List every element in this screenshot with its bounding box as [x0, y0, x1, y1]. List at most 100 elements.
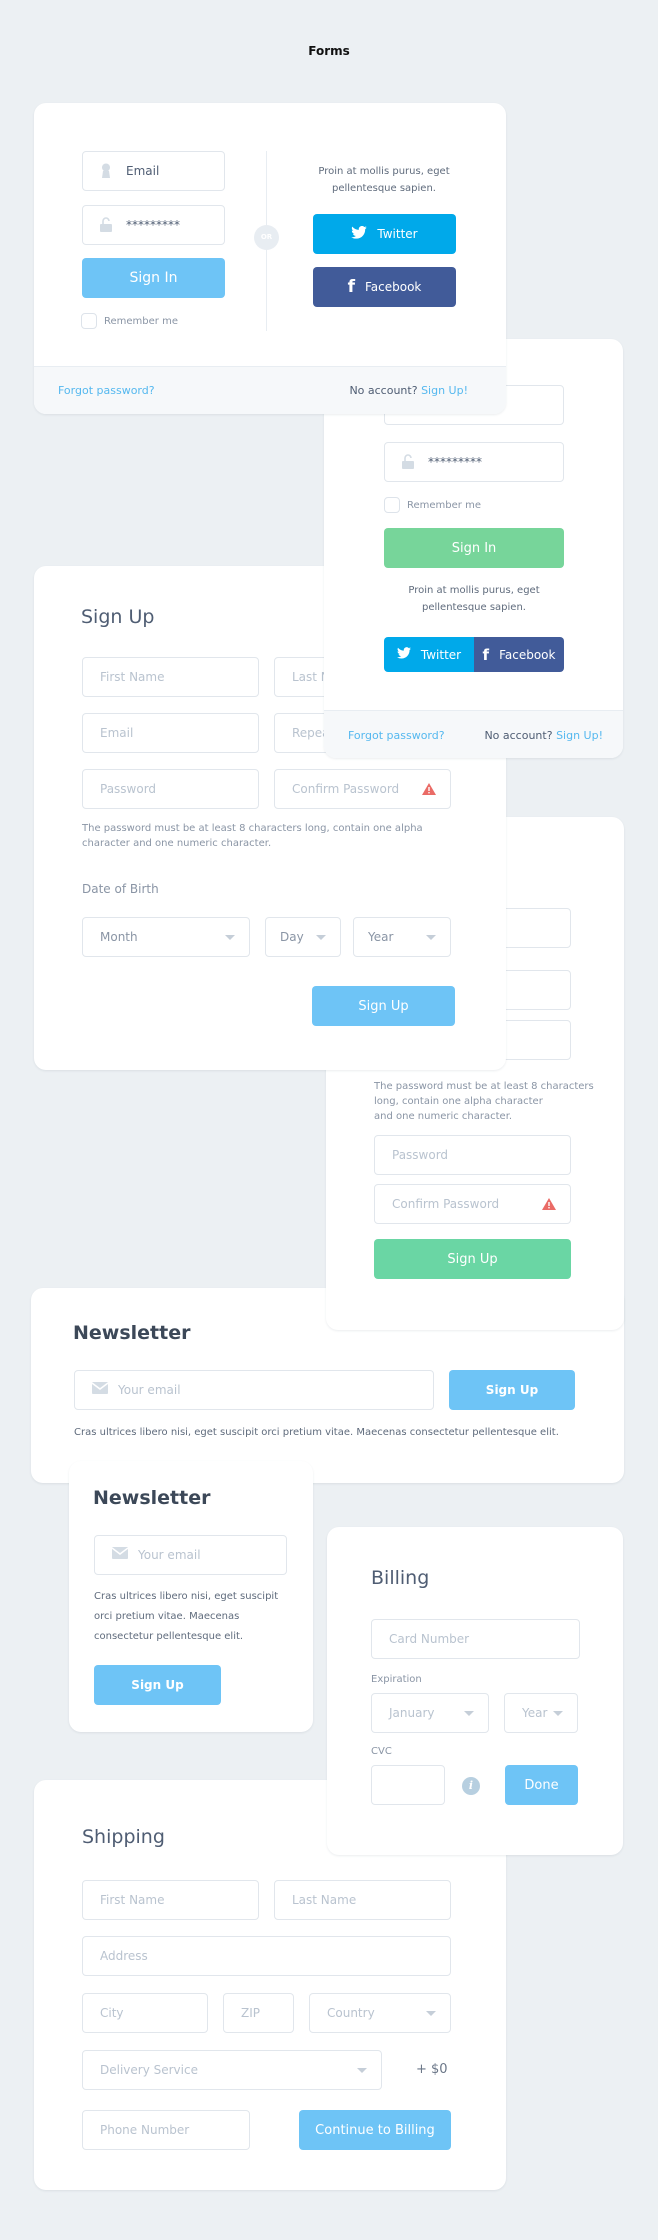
twitter-label: Twitter	[377, 227, 418, 241]
newsletter-title: Newsletter	[93, 1487, 211, 1509]
twitter-icon	[351, 225, 368, 242]
shipping-city-input[interactable]: City	[82, 1993, 208, 2033]
password-value: *********	[126, 218, 180, 232]
newsletter-narrow-card: Newsletter Your email Cras ultrices libe…	[69, 1461, 313, 1732]
placeholder: City	[100, 2006, 124, 2020]
facebook-label: Facebook	[365, 280, 422, 294]
expiration-label: Expiration	[371, 1674, 422, 1685]
billing-card: Billing Card Number Expiration January Y…	[327, 1527, 623, 1855]
hint-line: long, contain one alpha character	[374, 1096, 543, 1107]
sign-in-button[interactable]: Sign In	[82, 258, 225, 298]
expiration-year-select[interactable]: Year	[504, 1693, 578, 1733]
continue-to-billing-button[interactable]: Continue to Billing	[299, 2110, 451, 2150]
chevron-down-icon	[426, 2011, 436, 2016]
chevron-down-icon	[553, 1711, 563, 1716]
password-hint: The password must be at least 8 characte…	[82, 823, 423, 849]
placeholder: First Name	[100, 1893, 165, 1907]
sign-up-link[interactable]: Sign Up!	[421, 384, 468, 397]
placeholder: Password	[100, 782, 157, 796]
newsletter-signup-button[interactable]: Sign Up	[94, 1665, 221, 1705]
newsletter-signup-button[interactable]: Sign Up	[449, 1370, 575, 1410]
email-input[interactable]: Email	[82, 151, 225, 191]
first-name-input[interactable]: First Name	[82, 657, 259, 697]
envelope-icon	[91, 1382, 109, 1398]
password-input[interactable]: *********	[82, 205, 225, 245]
shipping-delivery-select[interactable]: Delivery Service	[82, 2050, 382, 2090]
no-account-text: No account? Sign Up!	[484, 727, 603, 744]
remember-me-checkbox[interactable]	[384, 497, 400, 513]
selected-value: Delivery Service	[100, 2063, 198, 2077]
no-account-text: No account? Sign Up!	[349, 382, 468, 399]
sign-in-button[interactable]: Sign In	[384, 528, 564, 568]
social-text: Proin at mollis purus, eget pellentesque…	[318, 166, 450, 194]
shipping-phone-input[interactable]: Phone Number	[82, 2110, 250, 2150]
password-input[interactable]: Password	[82, 769, 259, 809]
password-input[interactable]: *********	[384, 442, 564, 482]
dob-year-select[interactable]: Year	[353, 917, 451, 957]
dob-day-select[interactable]: Day	[265, 917, 341, 957]
done-button[interactable]: Done	[505, 1765, 578, 1805]
signup-submit-button[interactable]: Sign Up	[312, 986, 455, 1026]
lock-icon	[100, 217, 114, 233]
login-footer: Forgot password? No account? Sign Up!	[324, 710, 623, 758]
hint-line: and one numeric character.	[374, 1111, 513, 1122]
facebook-icon: f	[347, 277, 355, 297]
forgot-password-link[interactable]: Forgot password?	[348, 727, 445, 744]
twitter-button[interactable]: Twitter	[313, 214, 456, 254]
social-text: Proin at mollis purus, eget pellentesque…	[408, 585, 540, 613]
dob-label: Date of Birth	[82, 882, 159, 896]
confirm-password-input[interactable]: Confirm Password	[274, 769, 451, 809]
login-footer: Forgot password? No account? Sign Up!	[34, 366, 506, 414]
social-button-group: Twitter f Facebook	[384, 637, 564, 672]
chevron-down-icon	[426, 935, 436, 940]
sign-up-link[interactable]: Sign Up!	[556, 729, 603, 742]
shipping-first-name-input[interactable]: First Name	[82, 1880, 259, 1920]
placeholder: First Name	[100, 670, 165, 684]
selected-value: Year	[368, 930, 394, 944]
info-icon[interactable]: i	[462, 1777, 480, 1795]
placeholder: Email	[100, 726, 134, 740]
newsletter-email-input[interactable]: Your email	[94, 1535, 287, 1575]
password-input[interactable]: Password	[374, 1135, 571, 1175]
facebook-label: Facebook	[499, 647, 556, 662]
user-icon	[100, 163, 114, 179]
newsletter-description: Cras ultrices libero nisi, eget suscipit…	[94, 1591, 279, 1642]
facebook-button[interactable]: f Facebook	[474, 637, 564, 672]
email-input[interactable]: Email	[82, 713, 259, 753]
password-value: *********	[428, 455, 482, 469]
shipping-country-select[interactable]: Country	[309, 1993, 451, 2033]
card-number-input[interactable]: Card Number	[371, 1619, 580, 1659]
billing-title: Billing	[371, 1567, 430, 1589]
shipping-title: Shipping	[82, 1826, 165, 1848]
cvc-input[interactable]	[371, 1765, 445, 1805]
confirm-password-input[interactable]: Confirm Password	[374, 1184, 571, 1224]
placeholder: Your email	[138, 1548, 201, 1562]
placeholder: Card Number	[389, 1632, 470, 1646]
newsletter-email-input[interactable]: Your email	[74, 1370, 434, 1410]
placeholder: Phone Number	[100, 2123, 190, 2137]
page-title: Forms	[308, 44, 350, 58]
chevron-down-icon	[225, 935, 235, 940]
shipping-address-input[interactable]: Address	[82, 1936, 451, 1976]
twitter-icon	[396, 647, 411, 662]
forgot-password-link[interactable]: Forgot password?	[58, 382, 155, 399]
facebook-button[interactable]: f Facebook	[313, 267, 456, 307]
twitter-button[interactable]: Twitter	[384, 637, 474, 672]
shipping-zip-input[interactable]: ZIP	[223, 1993, 294, 2033]
placeholder: ZIP	[241, 2006, 260, 2020]
placeholder: Confirm Password	[292, 782, 400, 796]
remember-me-checkbox[interactable]	[81, 313, 97, 329]
placeholder: Address	[100, 1949, 148, 1963]
expiration-month-select[interactable]: January	[371, 1693, 489, 1733]
shipping-last-name-input[interactable]: Last Name	[274, 1880, 451, 1920]
selected-value: Day	[280, 930, 304, 944]
facebook-icon: f	[482, 645, 490, 664]
selected-value: Country	[327, 2006, 375, 2020]
email-value: Email	[126, 164, 160, 178]
selected-value: January	[389, 1706, 435, 1720]
dob-month-select[interactable]: Month	[82, 917, 250, 957]
envelope-icon	[111, 1547, 129, 1563]
placeholder: Confirm Password	[392, 1197, 500, 1211]
newsletter-description: Cras ultrices libero nisi, eget suscipit…	[74, 1427, 559, 1438]
signup-submit-button[interactable]: Sign Up	[374, 1239, 571, 1279]
